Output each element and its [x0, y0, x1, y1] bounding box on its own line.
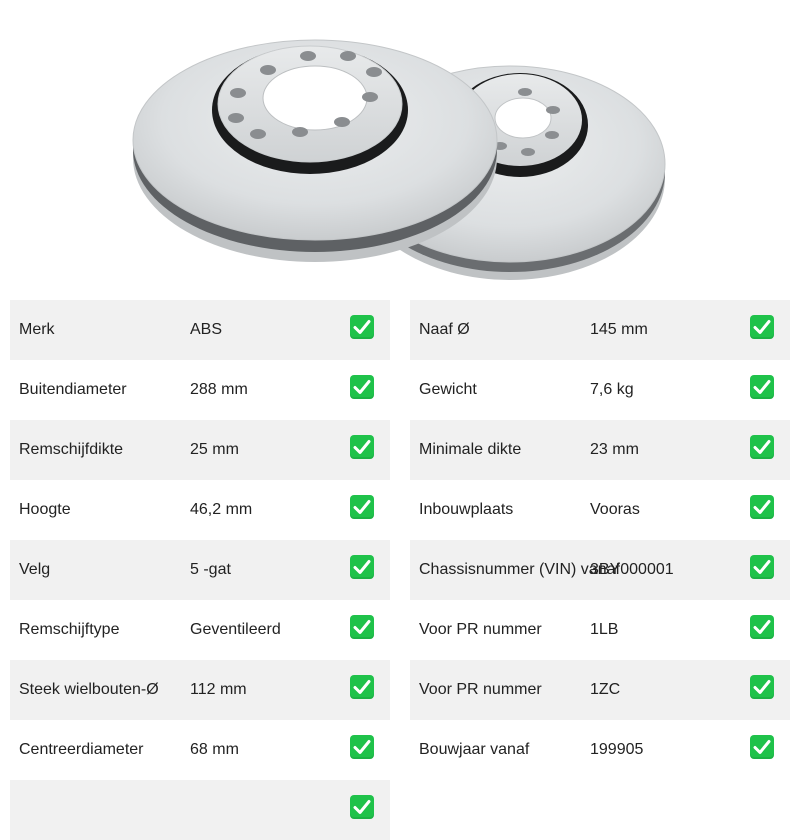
- spec-row: Voor PR nummer 1ZC: [410, 660, 790, 720]
- spec-label: Velg: [19, 561, 51, 578]
- spec-value: Geventileerd: [190, 621, 281, 638]
- spec-row: Buitendiameter 288 mm: [10, 360, 390, 420]
- check-icon: [750, 735, 774, 759]
- spec-label: Gewicht: [419, 381, 477, 398]
- check-icon: [750, 615, 774, 639]
- spec-value: 1LB: [590, 621, 619, 638]
- check-icon: [750, 315, 774, 339]
- spec-row: Velg 5 -gat: [10, 540, 390, 600]
- product-image: [0, 0, 800, 300]
- spec-row: Chassisnummer (VIN) vanaf 3BY000001: [410, 540, 790, 600]
- spec-row: Bouwjaar vanaf 199905: [410, 720, 790, 780]
- check-icon: [350, 315, 374, 339]
- check-icon: [750, 495, 774, 519]
- spec-row: Steek wielbouten-Ø 112 mm: [10, 660, 390, 720]
- spec-label: Minimale dikte: [419, 441, 522, 458]
- spec-row: Voor PR nummer 1LB: [410, 600, 790, 660]
- spec-row: Merk ABS: [10, 300, 390, 360]
- spec-value: 68 mm: [190, 741, 239, 758]
- spec-label: Hoogte: [19, 501, 71, 518]
- check-icon: [350, 495, 374, 519]
- spec-row: Centreerdiameter 68 mm: [10, 720, 390, 780]
- spec-value: 1ZC: [590, 681, 621, 698]
- check-icon: [350, 675, 374, 699]
- spec-value: 7,6 kg: [590, 381, 634, 398]
- spec-row: [10, 780, 390, 840]
- spec-value: 23 mm: [590, 441, 639, 458]
- spec-value: 145 mm: [590, 321, 648, 338]
- check-icon: [750, 375, 774, 399]
- spec-label: Merk: [19, 321, 55, 338]
- spec-value: 25 mm: [190, 441, 239, 458]
- check-icon: [750, 555, 774, 579]
- spec-row: Gewicht 7,6 kg: [410, 360, 790, 420]
- spec-label: Naaf Ø: [419, 321, 470, 338]
- brake-discs-image: [132, 39, 666, 280]
- spec-value: 5 -gat: [190, 561, 231, 578]
- spec-value: 112 mm: [190, 681, 247, 698]
- check-icon: [350, 615, 374, 639]
- spec-value: 3BY000001: [590, 561, 674, 578]
- spec-label: Voor PR nummer: [419, 681, 542, 698]
- spec-label: Remschijfdikte: [19, 441, 124, 458]
- spec-label: Voor PR nummer: [419, 621, 542, 638]
- spec-label: Steek wielbouten-Ø: [19, 681, 159, 698]
- check-icon: [350, 435, 374, 459]
- spec-row: Remschijftype Geventileerd: [10, 600, 390, 660]
- spec-value: ABS: [190, 321, 223, 338]
- spec-value: 199905: [590, 741, 644, 758]
- spec-table-left: Merk ABS Buitendiameter 288 mm Remschijf…: [10, 300, 390, 840]
- spec-table-right: Naaf Ø 145 mm Gewicht 7,6 kg Minimale di…: [410, 300, 790, 780]
- check-icon: [350, 375, 374, 399]
- spec-label: Remschijftype: [19, 621, 120, 638]
- spec-row: Remschijfdikte 25 mm: [10, 420, 390, 480]
- spec-value: 288 mm: [190, 381, 248, 398]
- spec-label: Centreerdiameter: [19, 741, 144, 758]
- spec-label: Inbouwplaats: [419, 501, 514, 518]
- spec-row: Inbouwplaats Vooras: [410, 480, 790, 540]
- spec-value: 46,2 mm: [190, 501, 253, 518]
- check-icon: [750, 675, 774, 699]
- check-icon: [350, 735, 374, 759]
- check-icon: [350, 795, 374, 819]
- check-icon: [750, 435, 774, 459]
- spec-label: Bouwjaar vanaf: [419, 741, 530, 758]
- spec-label: Buitendiameter: [19, 381, 127, 398]
- check-icon: [350, 555, 374, 579]
- front-brake-disc: [132, 39, 498, 262]
- spec-value: Vooras: [590, 501, 640, 518]
- spec-row: Naaf Ø 145 mm: [410, 300, 790, 360]
- spec-row: Minimale dikte 23 mm: [410, 420, 790, 480]
- spec-row: Hoogte 46,2 mm: [10, 480, 390, 540]
